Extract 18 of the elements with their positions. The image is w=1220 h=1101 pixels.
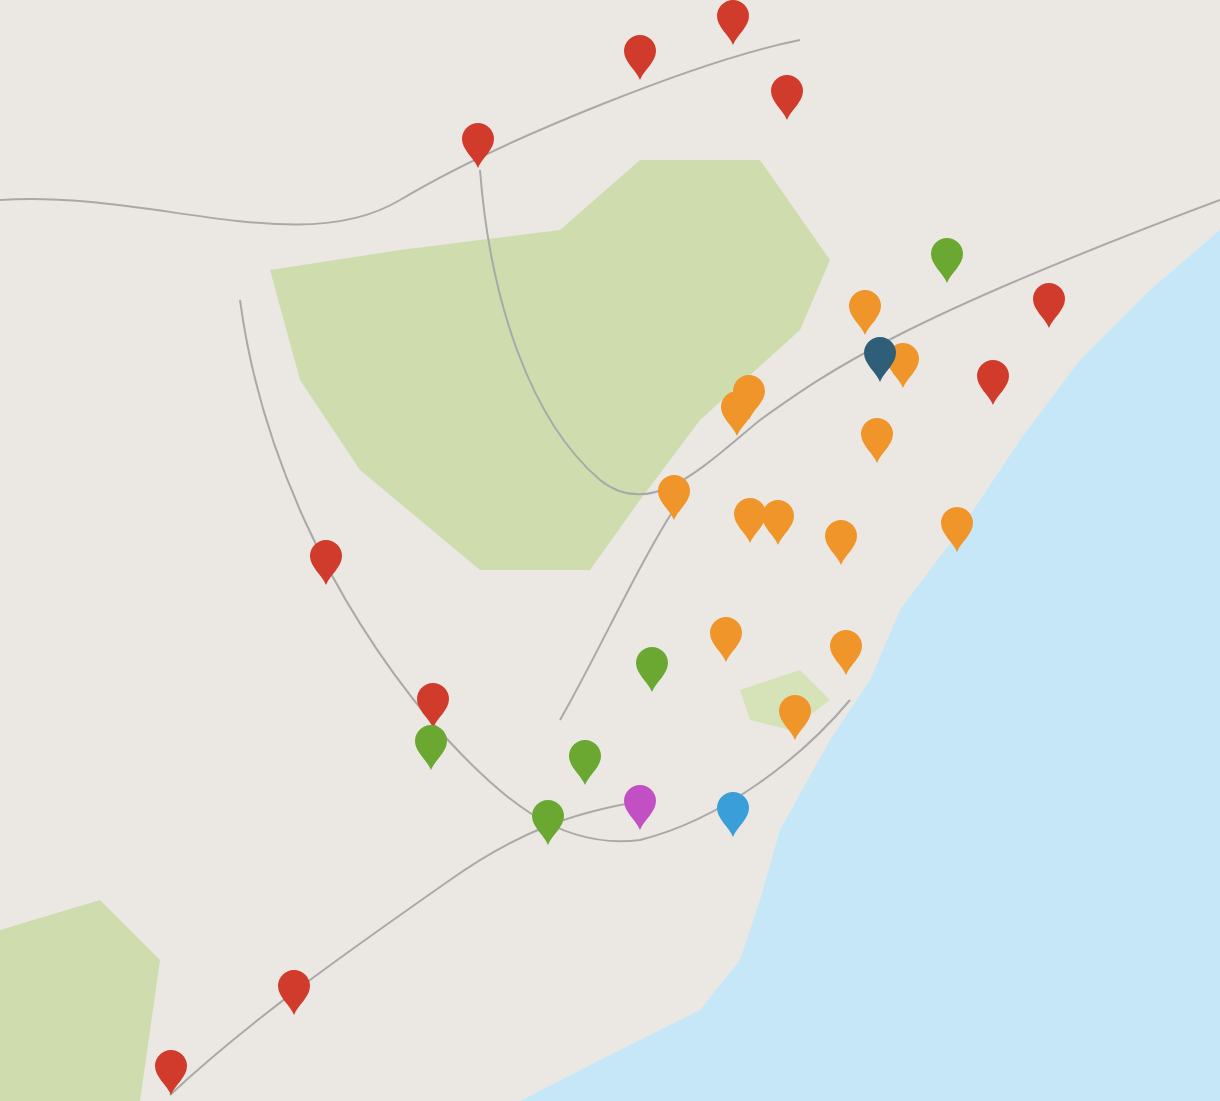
map-pin-icon[interactable]: [623, 34, 657, 80]
map-pin-icon[interactable]: [976, 359, 1010, 405]
map-pin-icon[interactable]: [1032, 282, 1066, 328]
map-pin-icon[interactable]: [531, 799, 565, 845]
map-pin-icon[interactable]: [461, 122, 495, 168]
map-pin-icon[interactable]: [623, 784, 657, 830]
map-pin-icon[interactable]: [716, 0, 750, 45]
map-pin-icon[interactable]: [770, 74, 804, 120]
map-pin-icon[interactable]: [414, 724, 448, 770]
map-pin-icon[interactable]: [716, 791, 750, 837]
map-pin-icon[interactable]: [309, 539, 343, 585]
map-pin-icon[interactable]: [416, 682, 450, 728]
map-pin-icon[interactable]: [930, 237, 964, 283]
map-pin-icon[interactable]: [154, 1049, 188, 1095]
map-pin-icon[interactable]: [863, 336, 897, 382]
map-pin-icon[interactable]: [568, 739, 602, 785]
map-pin-icon[interactable]: [635, 646, 669, 692]
map-pin-icon[interactable]: [277, 969, 311, 1015]
